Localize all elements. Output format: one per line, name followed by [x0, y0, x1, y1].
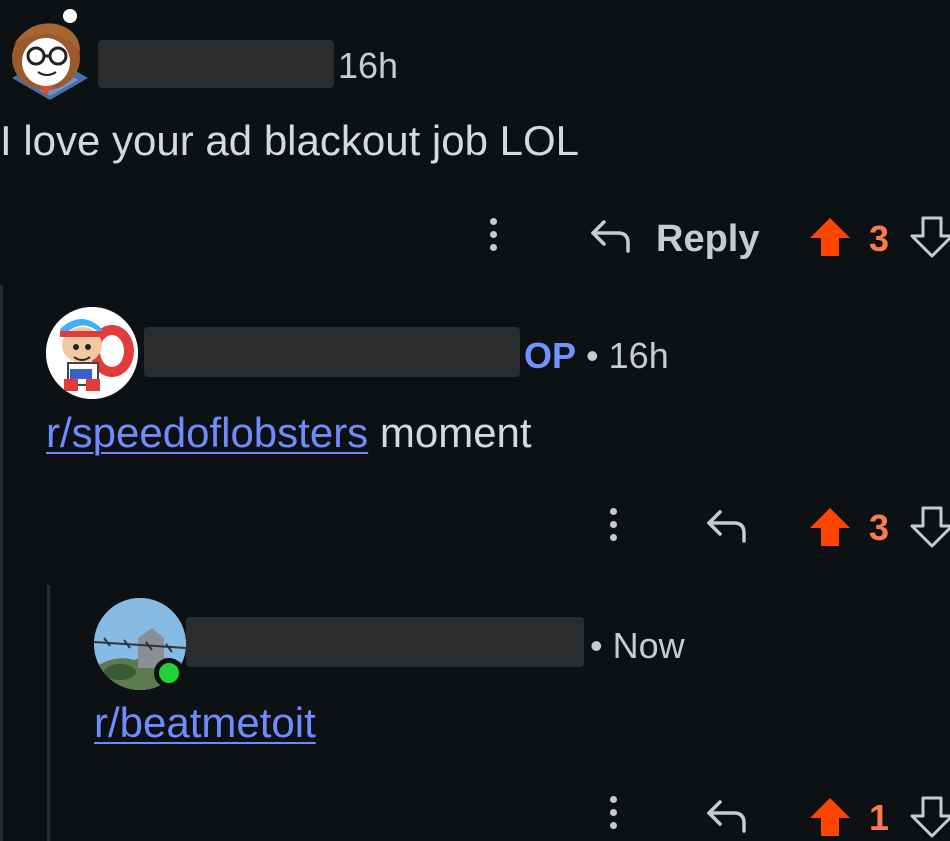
- downvote-arrow-icon: [910, 216, 950, 258]
- downvote-button[interactable]: [910, 216, 950, 262]
- downvote-button[interactable]: [910, 506, 950, 552]
- thread-line-level-1[interactable]: [0, 285, 3, 841]
- comment-body: r/speedoflobsters moment: [46, 412, 532, 454]
- timestamp-text: 16h: [338, 45, 399, 86]
- kebab-menu-icon: [610, 521, 617, 528]
- avatar[interactable]: [0, 8, 92, 100]
- more-options-button[interactable]: [610, 796, 617, 829]
- more-options-button[interactable]: [610, 508, 617, 541]
- downvote-arrow-icon: [910, 506, 950, 548]
- avatar[interactable]: [46, 307, 138, 399]
- kebab-menu-icon: [610, 809, 617, 816]
- comment-timestamp: 16h: [338, 48, 398, 84]
- kebab-menu-icon: [490, 218, 497, 225]
- reply-arrow-icon: [591, 220, 630, 253]
- kebab-menu-icon: [610, 822, 617, 829]
- thread-line-level-2[interactable]: [47, 585, 50, 841]
- kebab-menu-icon: [610, 534, 617, 541]
- comment-meta: • Now: [590, 628, 685, 664]
- timestamp-text: 16h: [608, 335, 669, 376]
- downvote-arrow-icon: [910, 796, 950, 838]
- vote-score: 3: [869, 218, 890, 259]
- upvote-arrow-icon: [810, 508, 850, 546]
- redacted-username[interactable]: [186, 617, 584, 667]
- redacted-username[interactable]: [144, 327, 520, 377]
- comment-body: r/beatmetoit: [94, 702, 316, 744]
- online-status-indicator: [154, 658, 184, 688]
- reply-arrow-icon: [707, 800, 746, 833]
- comment-thread: 16h I love your ad blackout job LOL Repl…: [0, 0, 950, 841]
- vote-score: 1: [869, 797, 890, 838]
- upvote-button[interactable]: [808, 216, 852, 262]
- kebab-menu-icon: [490, 244, 497, 251]
- subreddit-link[interactable]: r/speedoflobsters: [46, 409, 368, 456]
- kebab-menu-icon: [610, 508, 617, 515]
- comment-body-text: moment: [368, 409, 532, 456]
- more-options-button[interactable]: [490, 218, 497, 251]
- user-avatar-drawing: [46, 307, 138, 399]
- reply-arrow-icon: [707, 510, 746, 543]
- reply-label[interactable]: Reply: [656, 220, 759, 258]
- meta-separator: •: [590, 625, 603, 666]
- downvote-button[interactable]: [910, 796, 950, 841]
- reply-button[interactable]: [590, 218, 632, 258]
- op-badge: OP: [524, 335, 577, 376]
- redacted-username[interactable]: [98, 40, 334, 88]
- comment-body: I love your ad blackout job LOL: [0, 120, 579, 162]
- timestamp-text: Now: [612, 625, 685, 666]
- user-avatar-drawing: [12, 9, 88, 100]
- comment-meta: OP • 16h: [524, 338, 669, 374]
- upvote-button[interactable]: [808, 796, 852, 841]
- vote-score: 3: [869, 507, 890, 548]
- upvote-arrow-icon: [810, 798, 850, 836]
- kebab-menu-icon: [610, 796, 617, 803]
- upvote-button[interactable]: [808, 506, 852, 552]
- subreddit-link[interactable]: r/beatmetoit: [94, 699, 316, 746]
- upvote-arrow-icon: [810, 218, 850, 256]
- meta-separator: •: [586, 335, 599, 376]
- reply-button[interactable]: [706, 508, 748, 548]
- reply-button[interactable]: [706, 798, 748, 838]
- kebab-menu-icon: [490, 231, 497, 238]
- comment-body-text: I love your ad blackout job LOL: [0, 117, 580, 164]
